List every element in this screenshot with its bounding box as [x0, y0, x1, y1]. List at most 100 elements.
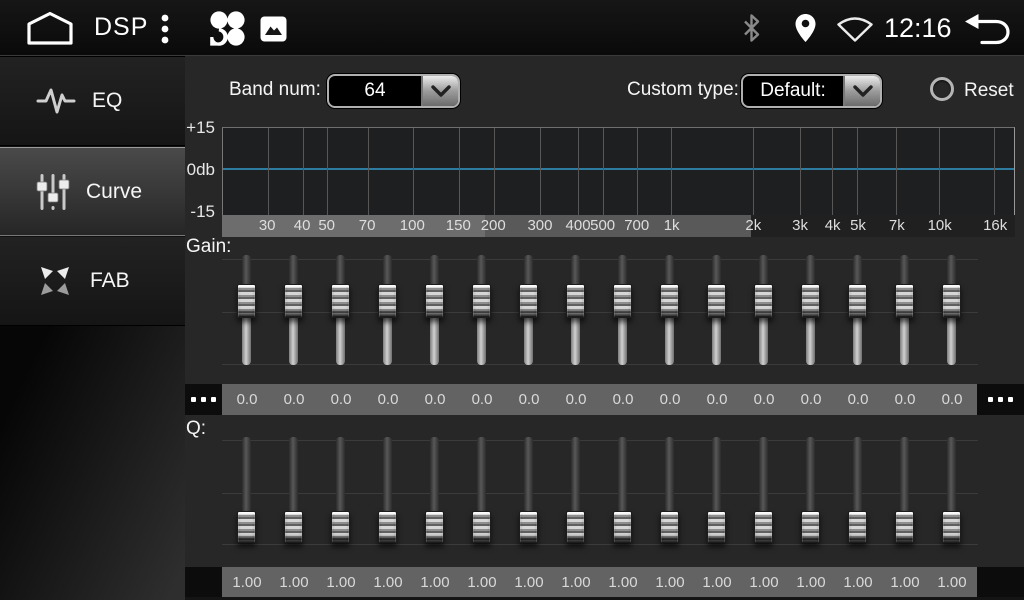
- slider-track-upper[interactable]: [524, 437, 533, 513]
- gain-slider-knob[interactable]: [613, 284, 632, 318]
- slider-track-upper[interactable]: [947, 255, 956, 287]
- slider-track-upper[interactable]: [759, 255, 768, 287]
- slider-track-lower[interactable]: [383, 315, 392, 365]
- sidebar-item-curve[interactable]: Curve: [0, 147, 185, 236]
- slider-track-lower[interactable]: [712, 315, 721, 365]
- slider-track-upper[interactable]: [336, 255, 345, 287]
- slider-track-lower[interactable]: [571, 315, 580, 365]
- q-slider-knob[interactable]: [801, 511, 820, 543]
- q-slider[interactable]: [237, 437, 257, 545]
- slider-track-upper[interactable]: [618, 255, 627, 287]
- slider-track-upper[interactable]: [336, 437, 345, 513]
- slider-track-upper[interactable]: [947, 437, 956, 513]
- chevron-down-icon[interactable]: [421, 76, 458, 106]
- gain-slider[interactable]: [472, 255, 492, 365]
- gallery-icon[interactable]: [260, 16, 287, 42]
- apps-clover-icon[interactable]: [209, 11, 246, 46]
- chart-plot-area[interactable]: [222, 127, 1015, 215]
- q-slider[interactable]: [848, 437, 868, 545]
- q-slider-knob[interactable]: [613, 511, 632, 543]
- slider-track-upper[interactable]: [524, 255, 533, 287]
- q-slider[interactable]: [707, 437, 727, 545]
- q-slider[interactable]: [801, 437, 821, 545]
- slider-track-upper[interactable]: [900, 437, 909, 513]
- slider-track-lower[interactable]: [430, 315, 439, 365]
- gain-scroll-right-button[interactable]: [977, 384, 1024, 415]
- q-slider-knob[interactable]: [707, 511, 726, 543]
- q-slider[interactable]: [378, 437, 398, 545]
- slider-track-upper[interactable]: [242, 255, 251, 287]
- kebab-menu-icon[interactable]: [160, 14, 170, 44]
- gain-slider[interactable]: [613, 255, 633, 365]
- band-num-dropdown[interactable]: 64: [327, 74, 460, 108]
- gain-slider-knob[interactable]: [425, 284, 444, 318]
- slider-track-upper[interactable]: [712, 437, 721, 513]
- slider-track-upper[interactable]: [665, 255, 674, 287]
- back-icon[interactable]: [962, 12, 1012, 46]
- reset-radio-button[interactable]: [930, 77, 954, 101]
- q-slider[interactable]: [942, 437, 962, 545]
- q-slider-knob[interactable]: [472, 511, 491, 543]
- q-slider-knob[interactable]: [331, 511, 350, 543]
- gain-slider[interactable]: [425, 255, 445, 365]
- slider-track-upper[interactable]: [618, 437, 627, 513]
- slider-track-upper[interactable]: [383, 255, 392, 287]
- slider-track-lower[interactable]: [524, 315, 533, 365]
- slider-track-lower[interactable]: [336, 315, 345, 365]
- gain-slider-knob[interactable]: [237, 284, 256, 318]
- gain-slider[interactable]: [237, 255, 257, 365]
- q-slider[interactable]: [425, 437, 445, 545]
- gain-slider[interactable]: [566, 255, 586, 365]
- gain-slider[interactable]: [801, 255, 821, 365]
- q-slider[interactable]: [566, 437, 586, 545]
- q-slider-knob[interactable]: [519, 511, 538, 543]
- q-slider-knob[interactable]: [566, 511, 585, 543]
- q-slider-knob[interactable]: [378, 511, 397, 543]
- frequency-axis-strip[interactable]: 304050701001502003004005007001k2k3k4k5k7…: [222, 215, 1015, 237]
- slider-track-upper[interactable]: [806, 255, 815, 287]
- slider-track-upper[interactable]: [712, 255, 721, 287]
- gain-slider-knob[interactable]: [895, 284, 914, 318]
- q-slider-knob[interactable]: [660, 511, 679, 543]
- gain-slider-knob[interactable]: [754, 284, 773, 318]
- slider-track-upper[interactable]: [853, 437, 862, 513]
- slider-track-upper[interactable]: [383, 437, 392, 513]
- gain-slider[interactable]: [942, 255, 962, 365]
- gain-slider-knob[interactable]: [519, 284, 538, 318]
- q-slider[interactable]: [519, 437, 539, 545]
- gain-slider[interactable]: [848, 255, 868, 365]
- slider-track-upper[interactable]: [242, 437, 251, 513]
- q-slider[interactable]: [754, 437, 774, 545]
- q-slider-knob[interactable]: [284, 511, 303, 543]
- slider-track-lower[interactable]: [618, 315, 627, 365]
- gain-slider[interactable]: [284, 255, 304, 365]
- q-slider-knob[interactable]: [754, 511, 773, 543]
- gain-slider-knob[interactable]: [331, 284, 350, 318]
- slider-track-lower[interactable]: [477, 315, 486, 365]
- q-slider-knob[interactable]: [942, 511, 961, 543]
- slider-track-upper[interactable]: [806, 437, 815, 513]
- q-slider-knob[interactable]: [425, 511, 444, 543]
- home-icon[interactable]: [25, 11, 75, 45]
- q-slider[interactable]: [331, 437, 351, 545]
- slider-track-lower[interactable]: [806, 315, 815, 365]
- q-slider[interactable]: [284, 437, 304, 545]
- slider-track-lower[interactable]: [242, 315, 251, 365]
- q-slider-knob[interactable]: [895, 511, 914, 543]
- gain-slider-knob[interactable]: [378, 284, 397, 318]
- q-slider[interactable]: [613, 437, 633, 545]
- q-slider[interactable]: [895, 437, 915, 545]
- q-slider[interactable]: [472, 437, 492, 545]
- gain-slider[interactable]: [378, 255, 398, 365]
- chevron-down-icon[interactable]: [843, 76, 880, 106]
- slider-track-upper[interactable]: [571, 255, 580, 287]
- slider-track-upper[interactable]: [665, 437, 674, 513]
- gain-slider[interactable]: [754, 255, 774, 365]
- slider-track-upper[interactable]: [289, 437, 298, 513]
- gain-slider-knob[interactable]: [472, 284, 491, 318]
- slider-track-upper[interactable]: [430, 255, 439, 287]
- gain-slider-knob[interactable]: [707, 284, 726, 318]
- slider-track-lower[interactable]: [853, 315, 862, 365]
- gain-slider-knob[interactable]: [660, 284, 679, 318]
- gain-slider[interactable]: [707, 255, 727, 365]
